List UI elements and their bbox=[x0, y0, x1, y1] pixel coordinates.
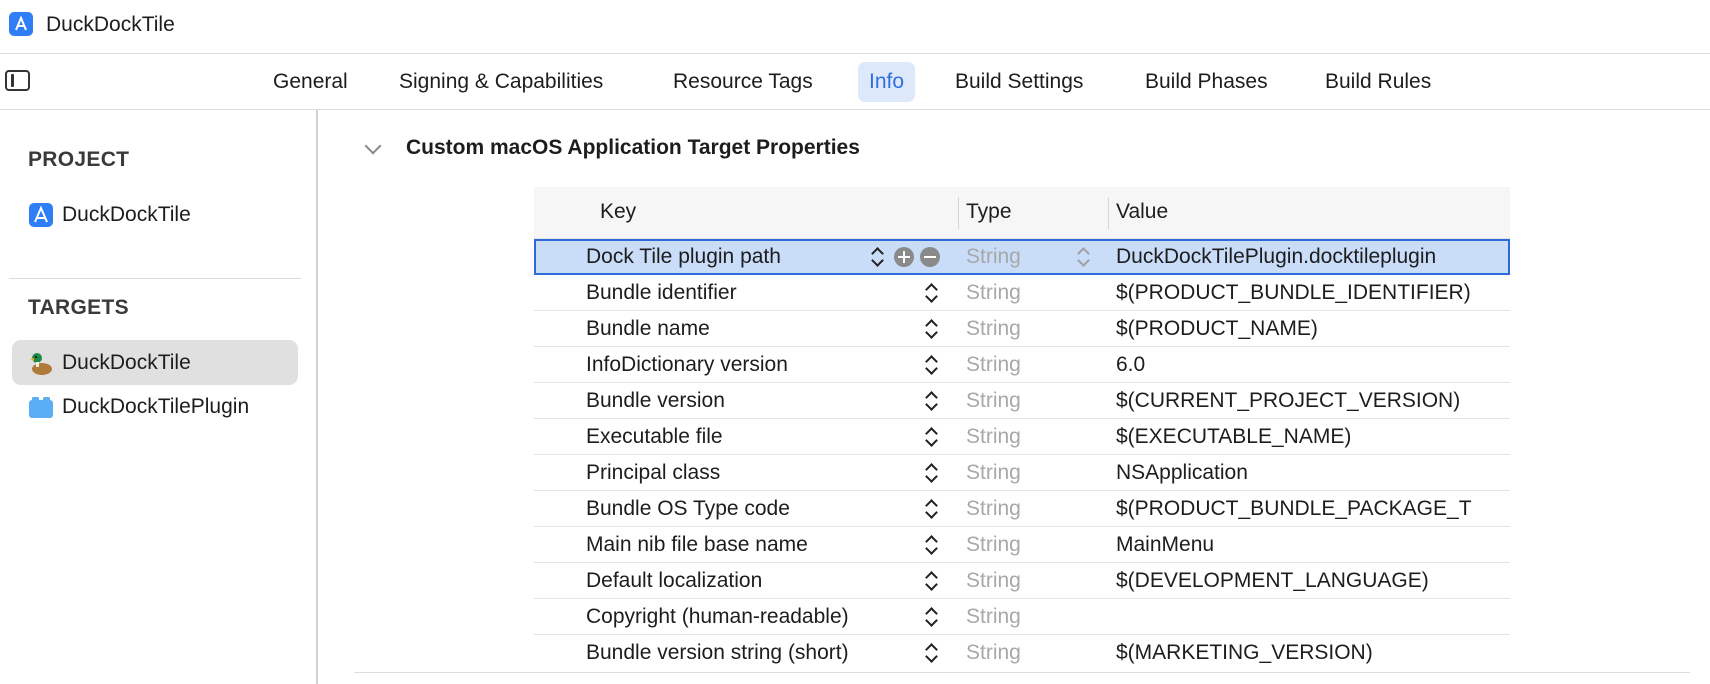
value-cell[interactable]: MainMenu bbox=[1116, 533, 1508, 557]
key-cell[interactable]: Principal class bbox=[586, 461, 720, 485]
key-stepper-icon[interactable] bbox=[924, 318, 938, 340]
key-cell[interactable]: Bundle name bbox=[586, 317, 710, 341]
tab-resource-tags[interactable]: Resource Tags bbox=[662, 62, 824, 102]
type-cell[interactable]: String bbox=[966, 605, 1021, 629]
type-cell[interactable]: String bbox=[966, 389, 1021, 413]
value-cell[interactable]: $(PRODUCT_BUNDLE_PACKAGE_T bbox=[1116, 497, 1508, 521]
sidebar-divider bbox=[9, 278, 301, 279]
sidebar-item-label: DuckDockTile bbox=[62, 351, 191, 374]
table-row[interactable]: Dock Tile plugin path String DuckDockTil… bbox=[534, 239, 1510, 275]
value-cell[interactable]: $(EXECUTABLE_NAME) bbox=[1116, 425, 1508, 449]
key-stepper-icon[interactable] bbox=[924, 570, 938, 592]
sidebar-item-target-duckdocktileplugin[interactable]: DuckDockTilePlugin bbox=[12, 384, 298, 429]
project-section-header: PROJECT bbox=[28, 148, 130, 171]
key-cell[interactable]: Bundle identifier bbox=[586, 281, 737, 305]
bundle-icon bbox=[28, 394, 54, 420]
value-cell[interactable]: $(CURRENT_PROJECT_VERSION) bbox=[1116, 389, 1508, 413]
value-cell[interactable]: DuckDockTilePlugin.docktileplugin bbox=[1116, 245, 1508, 269]
targets-section-header: TARGETS bbox=[28, 296, 129, 319]
table-row[interactable]: Bundle version String $(CURRENT_PROJECT_… bbox=[534, 383, 1510, 419]
column-header-value[interactable]: Value bbox=[1116, 200, 1168, 224]
tab-general[interactable]: General bbox=[262, 62, 359, 102]
key-cell[interactable]: Bundle version bbox=[586, 389, 725, 413]
table-header: Key Type Value bbox=[534, 187, 1510, 239]
key-stepper-icon[interactable] bbox=[924, 498, 938, 520]
sidebar-item-label: DuckDockTilePlugin bbox=[62, 395, 250, 418]
column-header-key[interactable]: Key bbox=[600, 200, 636, 224]
tab-signing-capabilities[interactable]: Signing & Capabilities bbox=[388, 62, 614, 102]
project-targets-sidebar: PROJECT DuckDockTile TARGETS DuckDockTil… bbox=[0, 110, 318, 684]
type-cell[interactable]: String bbox=[966, 569, 1021, 593]
tab-build-rules[interactable]: Build Rules bbox=[1314, 62, 1442, 102]
editor-tab-bar: General Signing & Capabilities Resource … bbox=[0, 54, 1710, 110]
value-cell[interactable]: $(PRODUCT_BUNDLE_IDENTIFIER) bbox=[1116, 281, 1508, 305]
title-bar: DuckDockTile bbox=[0, 0, 1710, 54]
key-stepper-icon[interactable] bbox=[924, 282, 938, 304]
table-row[interactable]: Executable file String $(EXECUTABLE_NAME… bbox=[534, 419, 1510, 455]
xcode-project-icon bbox=[9, 12, 33, 36]
section-title: Custom macOS Application Target Properti… bbox=[406, 136, 860, 159]
key-cell[interactable]: Main nib file base name bbox=[586, 533, 808, 557]
tab-build-phases[interactable]: Build Phases bbox=[1134, 62, 1279, 102]
info-plist-table: Key Type Value Dock Tile plugin path Str… bbox=[534, 187, 1510, 671]
type-cell[interactable]: String bbox=[966, 317, 1021, 341]
table-row[interactable]: Bundle identifier String $(PRODUCT_BUNDL… bbox=[534, 275, 1510, 311]
value-cell[interactable]: 6.0 bbox=[1116, 353, 1508, 377]
info-editor: Custom macOS Application Target Properti… bbox=[318, 110, 1710, 684]
table-row[interactable]: Bundle OS Type code String $(PRODUCT_BUN… bbox=[534, 491, 1510, 527]
column-divider[interactable] bbox=[1108, 197, 1109, 229]
table-row[interactable]: InfoDictionary version String 6.0 bbox=[534, 347, 1510, 383]
key-stepper-icon[interactable] bbox=[870, 246, 884, 268]
window-title: DuckDockTile bbox=[46, 13, 175, 36]
key-stepper-icon[interactable] bbox=[924, 426, 938, 448]
key-cell[interactable]: Dock Tile plugin path bbox=[586, 245, 781, 269]
sidebar-item-label: DuckDockTile bbox=[62, 203, 191, 226]
xcode-project-icon bbox=[28, 202, 54, 228]
key-cell[interactable]: Copyright (human-readable) bbox=[586, 605, 849, 629]
column-header-type[interactable]: Type bbox=[966, 200, 1012, 224]
value-cell[interactable]: $(DEVELOPMENT_LANGUAGE) bbox=[1116, 569, 1508, 593]
key-cell[interactable]: Default localization bbox=[586, 569, 762, 593]
type-cell[interactable]: String bbox=[966, 245, 1021, 269]
table-row[interactable]: Bundle name String $(PRODUCT_NAME) bbox=[534, 311, 1510, 347]
section-divider bbox=[354, 672, 1690, 673]
sidebar-item-project[interactable]: DuckDockTile bbox=[12, 192, 298, 237]
value-cell[interactable]: NSApplication bbox=[1116, 461, 1508, 485]
table-row[interactable]: Principal class String NSApplication bbox=[534, 455, 1510, 491]
sidebar-toggle-icon[interactable] bbox=[5, 70, 30, 91]
table-row[interactable]: Main nib file base name String MainMenu bbox=[534, 527, 1510, 563]
table-row[interactable]: Default localization String $(DEVELOPMEN… bbox=[534, 563, 1510, 599]
type-cell[interactable]: String bbox=[966, 281, 1021, 305]
key-stepper-icon[interactable] bbox=[924, 354, 938, 376]
column-divider[interactable] bbox=[958, 197, 959, 229]
key-cell[interactable]: InfoDictionary version bbox=[586, 353, 788, 377]
type-cell[interactable]: String bbox=[966, 461, 1021, 485]
tab-info[interactable]: Info bbox=[858, 62, 916, 102]
type-cell[interactable]: String bbox=[966, 641, 1021, 665]
type-cell[interactable]: String bbox=[966, 425, 1021, 449]
duck-icon bbox=[28, 350, 54, 376]
sidebar-item-target-duckdocktile[interactable]: DuckDockTile bbox=[12, 340, 298, 385]
value-cell[interactable]: $(MARKETING_VERSION) bbox=[1116, 641, 1508, 665]
tab-build-settings[interactable]: Build Settings bbox=[944, 62, 1094, 102]
key-stepper-icon[interactable] bbox=[924, 534, 938, 556]
remove-row-icon[interactable] bbox=[920, 247, 940, 267]
type-stepper-icon[interactable] bbox=[1076, 246, 1090, 268]
key-stepper-icon[interactable] bbox=[924, 642, 938, 664]
key-cell[interactable]: Bundle OS Type code bbox=[586, 497, 790, 521]
add-row-icon[interactable] bbox=[894, 247, 914, 267]
table-row[interactable]: Copyright (human-readable) String bbox=[534, 599, 1510, 635]
key-stepper-icon[interactable] bbox=[924, 390, 938, 412]
key-cell[interactable]: Executable file bbox=[586, 425, 723, 449]
value-cell[interactable]: $(PRODUCT_NAME) bbox=[1116, 317, 1508, 341]
type-cell[interactable]: String bbox=[966, 497, 1021, 521]
key-stepper-icon[interactable] bbox=[924, 606, 938, 628]
key-cell[interactable]: Bundle version string (short) bbox=[586, 641, 849, 665]
type-cell[interactable]: String bbox=[966, 353, 1021, 377]
table-row[interactable]: Bundle version string (short) String $(M… bbox=[534, 635, 1510, 671]
chevron-down-icon[interactable] bbox=[364, 137, 382, 155]
key-stepper-icon[interactable] bbox=[924, 462, 938, 484]
type-cell[interactable]: String bbox=[966, 533, 1021, 557]
